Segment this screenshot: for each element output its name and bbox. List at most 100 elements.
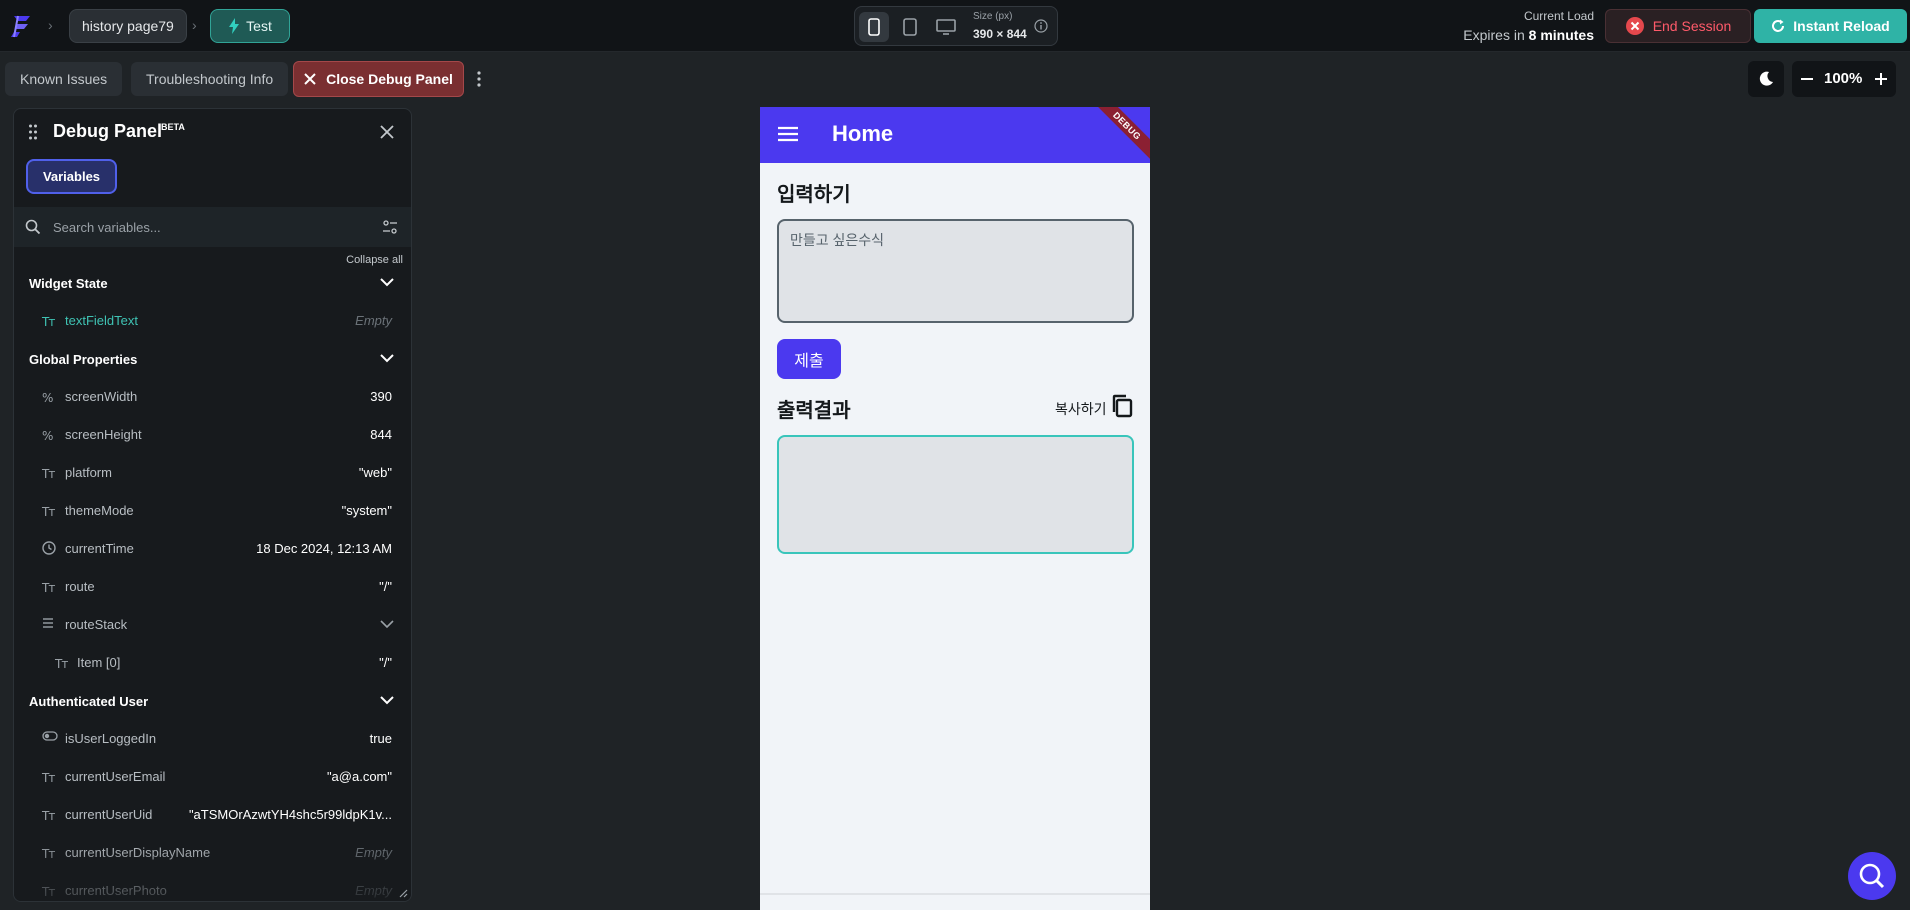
variable-row[interactable]: Tт textFieldText Empty bbox=[14, 301, 411, 339]
text-type-icon: Tт bbox=[42, 809, 55, 823]
variable-row[interactable]: currentTime 18 Dec 2024, 12:13 AM bbox=[14, 529, 411, 567]
toggle-icon bbox=[42, 731, 58, 745]
tab-variables[interactable]: Variables bbox=[26, 159, 117, 194]
zoom-control: 100% bbox=[1792, 61, 1896, 97]
page-selector[interactable]: history page79 bbox=[69, 9, 187, 43]
variable-row[interactable]: Tт route "/" bbox=[14, 567, 411, 605]
text-type-icon: Tт bbox=[55, 657, 68, 671]
moon-icon bbox=[1759, 71, 1773, 86]
chevron-down-icon[interactable] bbox=[380, 695, 394, 705]
top-bar: › history page79 › Test Size (px) 390 × … bbox=[0, 0, 1910, 52]
variable-value: 844 bbox=[370, 427, 392, 442]
variable-value: "web" bbox=[358, 465, 392, 480]
lightning-icon bbox=[229, 18, 240, 34]
text-type-icon: Tт bbox=[42, 771, 55, 785]
filter-icon[interactable] bbox=[382, 219, 398, 235]
app-bar: Home DEBUG bbox=[760, 107, 1150, 163]
test-mode-label: Test bbox=[246, 18, 272, 34]
variable-row[interactable]: % screenHeight 844 bbox=[14, 415, 411, 453]
variable-value: "a@a.com" bbox=[326, 769, 392, 784]
variable-value: "/" bbox=[379, 655, 392, 670]
close-icon[interactable] bbox=[379, 124, 395, 140]
variable-value: Empty bbox=[355, 883, 392, 898]
text-type-icon: Tт bbox=[42, 315, 55, 329]
copy-label[interactable]: 복사하기 bbox=[1055, 399, 1107, 419]
chevron-down-icon[interactable] bbox=[380, 277, 394, 287]
chevron-down-icon[interactable] bbox=[380, 619, 394, 629]
refresh-icon bbox=[1772, 19, 1785, 32]
bottom-divider bbox=[760, 893, 1150, 895]
text-type-icon: Tт bbox=[42, 885, 55, 899]
output-result-box bbox=[777, 435, 1134, 554]
variable-value: 18 Dec 2024, 12:13 AM bbox=[256, 541, 392, 556]
variable-name: route bbox=[65, 579, 95, 594]
section-widget-state[interactable]: Widget State bbox=[29, 276, 108, 291]
instant-reload-button[interactable]: Instant Reload bbox=[1754, 9, 1907, 43]
chevron-down-icon[interactable] bbox=[380, 353, 394, 363]
close-debug-panel-button[interactable]: Close Debug Panel bbox=[293, 61, 464, 97]
collapse-all-link[interactable]: Collapse all bbox=[346, 254, 403, 266]
variable-row[interactable]: Tт currentUserEmail "a@a.com" bbox=[14, 757, 411, 795]
breadcrumb-chevron-icon: › bbox=[48, 17, 53, 33]
variable-row[interactable]: isUserLoggedIn true bbox=[14, 719, 411, 757]
more-options-icon[interactable] bbox=[477, 71, 481, 87]
variable-name: currentUserPhoto bbox=[65, 883, 167, 898]
page-title: Home bbox=[832, 121, 894, 146]
clock-icon bbox=[42, 541, 58, 555]
variable-value: Empty bbox=[355, 313, 392, 328]
mobile-device-button[interactable] bbox=[859, 12, 889, 42]
variable-row[interactable]: % screenWidth 390 bbox=[14, 377, 411, 415]
resize-handle-icon[interactable] bbox=[398, 888, 408, 898]
drag-handle-icon[interactable] bbox=[28, 124, 38, 140]
tablet-device-button[interactable] bbox=[895, 12, 925, 42]
copy-icon[interactable] bbox=[1111, 394, 1133, 418]
theme-toggle-button[interactable] bbox=[1748, 61, 1784, 97]
variable-row[interactable]: Tт Item [0] "/" bbox=[14, 643, 411, 681]
search-icon bbox=[1859, 863, 1885, 889]
close-circle-icon bbox=[1625, 17, 1644, 35]
variable-name: platform bbox=[65, 465, 112, 480]
variable-name: currentTime bbox=[65, 541, 134, 556]
tablet-icon bbox=[903, 18, 917, 36]
variable-name: textFieldText bbox=[65, 313, 138, 328]
variable-row[interactable]: Tт currentUserDisplayName Empty bbox=[14, 833, 411, 871]
variable-name: currentUserUid bbox=[65, 807, 153, 822]
support-chat-button[interactable] bbox=[1848, 852, 1896, 900]
debug-ribbon: DEBUG bbox=[1090, 107, 1150, 163]
instant-reload-label: Instant Reload bbox=[1793, 18, 1890, 34]
formula-input-field[interactable]: 만들고 싶은수식 bbox=[777, 219, 1134, 323]
variable-row[interactable]: Tт currentUserUid "aTSMOrAzwtYH4shc5r99l… bbox=[14, 795, 411, 833]
section-global-properties[interactable]: Global Properties bbox=[29, 352, 137, 367]
submit-button[interactable]: 제출 bbox=[777, 339, 841, 379]
hamburger-menu-icon[interactable] bbox=[778, 126, 798, 142]
desktop-device-button[interactable] bbox=[931, 12, 961, 42]
end-session-button[interactable]: End Session bbox=[1605, 9, 1751, 43]
zoom-out-icon[interactable] bbox=[1800, 70, 1814, 88]
info-icon[interactable] bbox=[1034, 19, 1048, 33]
search-icon bbox=[25, 219, 41, 235]
close-debug-label: Close Debug Panel bbox=[326, 71, 453, 87]
session-expiry: Expires in 8 minutes bbox=[1463, 27, 1594, 43]
test-mode-button[interactable]: Test bbox=[210, 9, 290, 43]
percent-icon: % bbox=[42, 391, 53, 405]
variable-row[interactable]: Tт themeMode "system" bbox=[14, 491, 411, 529]
variable-name: Item [0] bbox=[77, 655, 121, 670]
section-authenticated-user[interactable]: Authenticated User bbox=[29, 694, 148, 709]
variable-value: 390 bbox=[370, 389, 392, 404]
variable-value: "aTSMOrAzwtYH4shc5r99ldpK1v... bbox=[188, 807, 392, 822]
flutterflow-logo-icon[interactable] bbox=[8, 12, 36, 40]
search-input[interactable] bbox=[53, 217, 353, 237]
variable-name: screenWidth bbox=[65, 389, 138, 404]
input-placeholder: 만들고 싶은수식 bbox=[790, 232, 885, 248]
variable-row[interactable]: Tт platform "web" bbox=[14, 453, 411, 491]
known-issues-button[interactable]: Known Issues bbox=[5, 62, 123, 96]
close-icon bbox=[304, 73, 316, 85]
list-icon bbox=[42, 617, 58, 631]
variable-row[interactable]: routeStack bbox=[14, 605, 411, 643]
text-type-icon: Tт bbox=[42, 581, 55, 595]
troubleshooting-info-button[interactable]: Troubleshooting Info bbox=[131, 62, 289, 96]
input-heading: 입력하기 bbox=[777, 184, 851, 206]
variable-row[interactable]: Tт currentUserPhoto Empty bbox=[14, 871, 411, 901]
zoom-in-icon[interactable] bbox=[1874, 70, 1888, 88]
variable-name: currentUserDisplayName bbox=[65, 845, 211, 860]
